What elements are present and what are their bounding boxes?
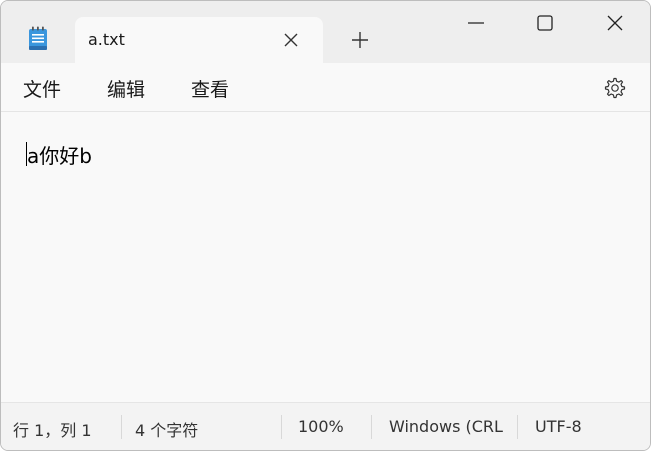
tab-a-txt[interactable]: a.txt bbox=[75, 17, 323, 63]
line-ending[interactable]: Windows (CRL bbox=[389, 417, 507, 436]
tab-title: a.txt bbox=[88, 30, 125, 49]
character-count: 4 个字符 bbox=[135, 421, 199, 440]
encoding[interactable]: UTF-8 bbox=[535, 417, 582, 436]
status-bar: 行 1，列 1 4 个字符 100% Windows (CRL UTF-8 bbox=[1, 402, 650, 450]
menu-view[interactable]: 查看 bbox=[191, 75, 229, 102]
menu-edit[interactable]: 编辑 bbox=[107, 75, 145, 102]
notepad-window: a.txt 文件 编辑 查看 a你好b 行 1，列 1 4 个字符 100% W… bbox=[0, 0, 651, 451]
maximize-button[interactable] bbox=[510, 1, 580, 45]
minimize-button[interactable] bbox=[441, 1, 511, 45]
status-divider bbox=[371, 415, 372, 439]
cursor-position: 行 1，列 1 bbox=[13, 421, 92, 440]
zoom-level[interactable]: 100% bbox=[298, 417, 344, 436]
minimize-icon bbox=[468, 22, 484, 24]
gear-icon[interactable] bbox=[603, 76, 627, 100]
menu-file[interactable]: 文件 bbox=[23, 75, 61, 102]
status-divider bbox=[517, 415, 518, 439]
menu-bar: 文件 编辑 查看 bbox=[1, 63, 650, 112]
status-divider bbox=[121, 415, 122, 439]
text-editor[interactable]: a你好b bbox=[1, 112, 650, 402]
text-caret bbox=[26, 142, 27, 166]
plus-icon[interactable] bbox=[349, 29, 371, 51]
close-icon bbox=[607, 15, 623, 31]
title-bar[interactable]: a.txt bbox=[1, 1, 650, 63]
notepad-icon bbox=[27, 26, 49, 52]
editor-content[interactable]: a你好b bbox=[27, 140, 92, 169]
status-divider bbox=[281, 415, 282, 439]
window-close-button[interactable] bbox=[580, 1, 650, 45]
maximize-icon bbox=[537, 15, 553, 31]
close-icon[interactable] bbox=[281, 30, 301, 50]
